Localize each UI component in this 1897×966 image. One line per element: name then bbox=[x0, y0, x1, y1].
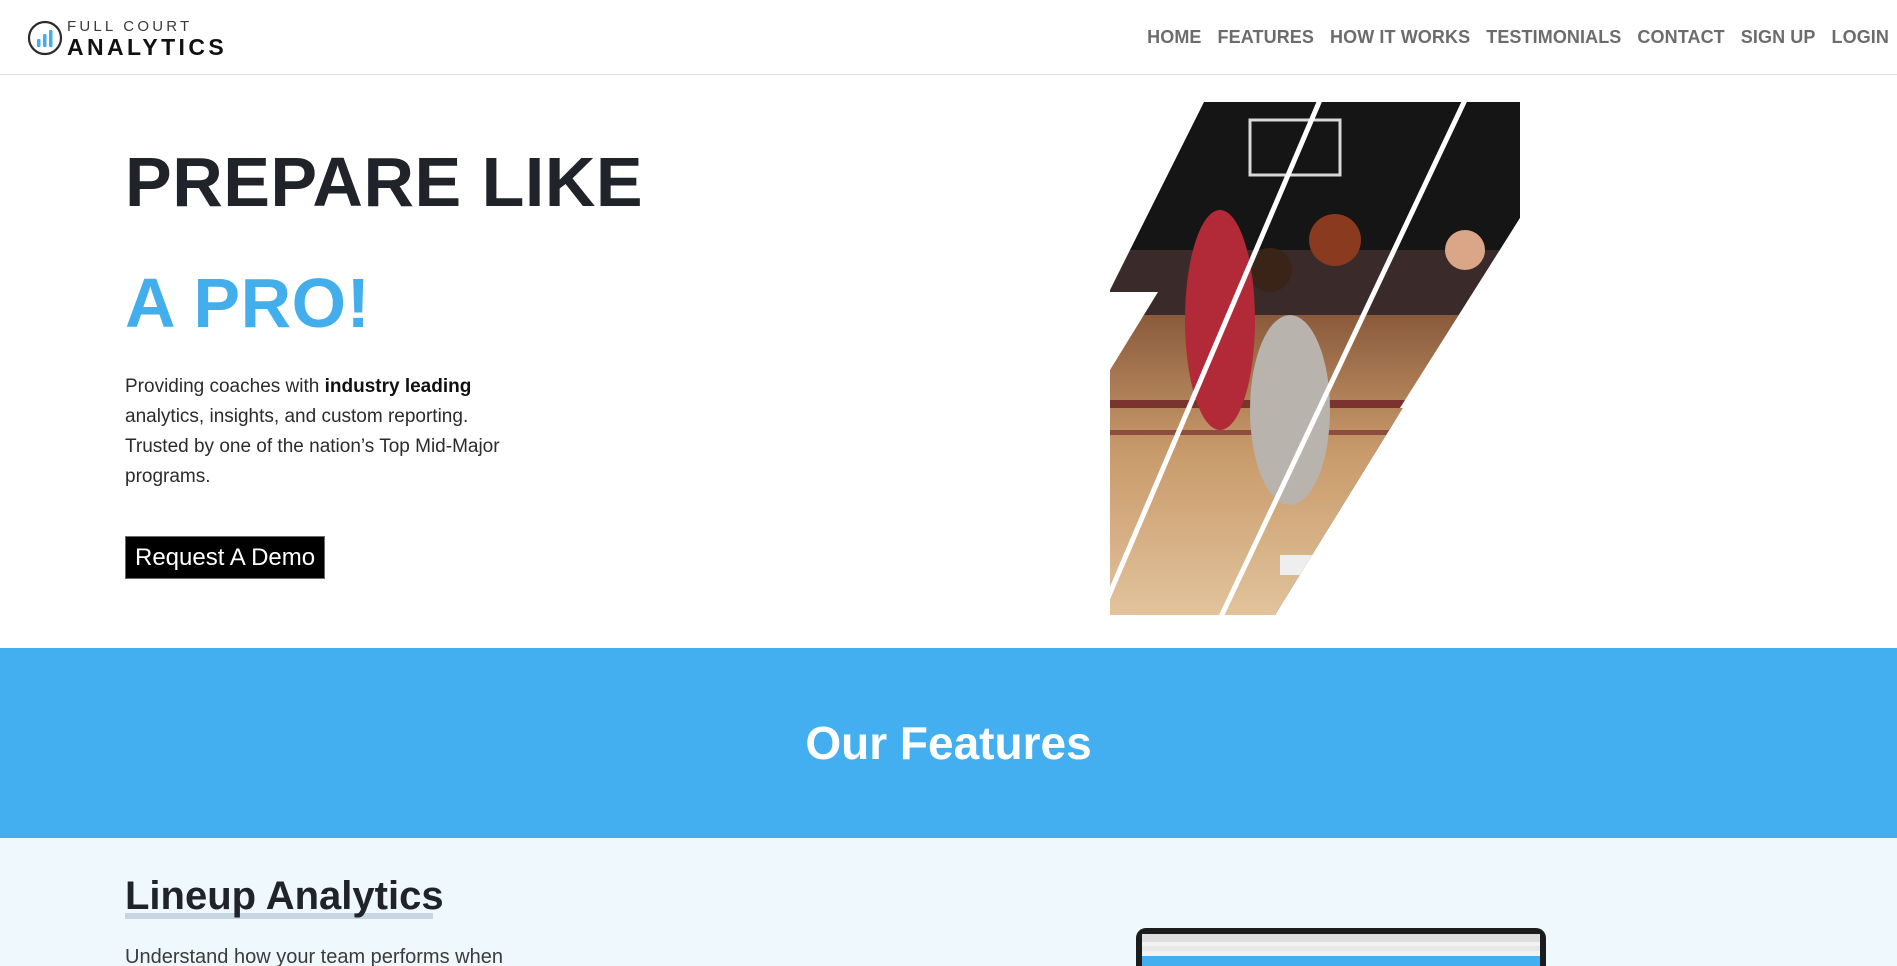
hero-description: Providing coaches with industry leading … bbox=[125, 372, 535, 492]
hero-desc-bold: industry leading bbox=[324, 376, 472, 397]
nav-features[interactable]: FEATURES bbox=[1210, 27, 1322, 48]
nav-sign-up[interactable]: SIGN UP bbox=[1733, 27, 1824, 48]
laptop-screenshot-image bbox=[1136, 928, 1546, 966]
feature-title-lineup: Lineup Analytics bbox=[125, 874, 444, 918]
hero-basketball-image bbox=[1110, 100, 1520, 615]
bar-chart-circle-icon bbox=[27, 20, 63, 56]
nav-home[interactable]: HOME bbox=[1139, 27, 1209, 48]
nav-contact[interactable]: CONTACT bbox=[1629, 27, 1732, 48]
nav-login[interactable]: LOGIN bbox=[1824, 27, 1897, 48]
hero-desc-end: analytics, insights, and custom reportin… bbox=[125, 406, 500, 487]
hero-desc-start: Providing coaches with bbox=[125, 376, 325, 397]
feature-desc-lineup: Understand how your team performs when bbox=[125, 946, 503, 966]
brand-top-text: FULL COURT bbox=[67, 17, 193, 35]
nav-links: HOME FEATURES HOW IT WORKS TESTIMONIALS … bbox=[1139, 0, 1897, 74]
navbar: FULL COURT ANALYTICS HOME FEATURES HOW I… bbox=[0, 0, 1897, 75]
hero-title: PREPARE LIKE bbox=[125, 143, 644, 221]
features-heading: Our Features bbox=[805, 717, 1092, 769]
nav-how-it-works[interactable]: HOW IT WORKS bbox=[1322, 27, 1478, 48]
request-demo-button[interactable]: Request A Demo bbox=[125, 536, 326, 579]
brand-logo-link[interactable]: FULL COURT ANALYTICS bbox=[27, 16, 227, 60]
brand-text: FULL COURT ANALYTICS bbox=[67, 18, 227, 59]
brand-bottom-text: ANALYTICS bbox=[67, 33, 228, 60]
nav-testimonials[interactable]: TESTIMONIALS bbox=[1478, 27, 1629, 48]
hero-accent-title: A PRO! bbox=[125, 264, 371, 342]
